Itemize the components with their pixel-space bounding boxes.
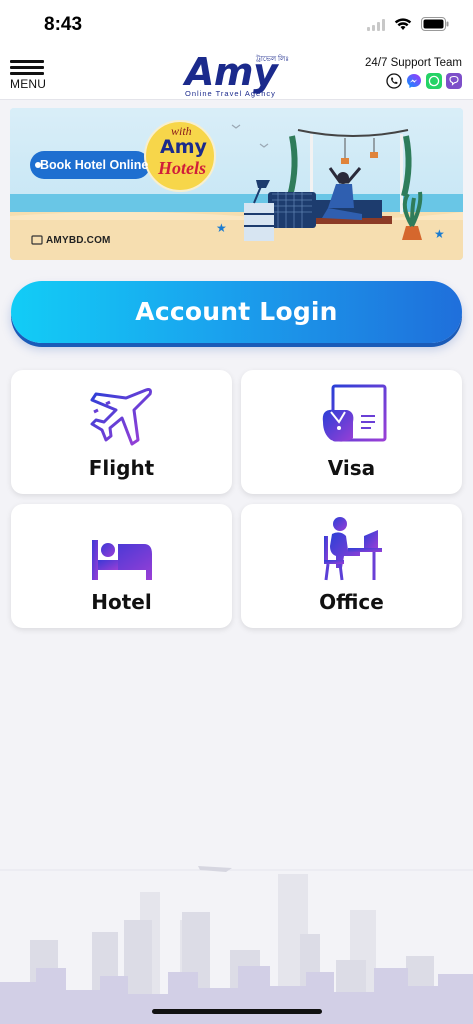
app-header: MENU ট্রাভেল লিঃ Amy Online Travel Agenc… [0, 50, 473, 100]
support-icons [365, 73, 462, 89]
amy-logo[interactable]: ট্রাভেল লিঃ Amy Online Travel Agency [183, 50, 293, 100]
logo-name: Amy [185, 50, 278, 94]
city-skyline-illustration [0, 840, 473, 1024]
status-icons [367, 17, 449, 36]
logo-tagline: Online Travel Agency [185, 89, 276, 98]
hotel-tile[interactable]: Hotel [11, 504, 232, 628]
menu-label: MENU [10, 77, 47, 91]
svg-text:★: ★ [434, 227, 445, 241]
banner-site: AMYBD.COM [46, 235, 111, 246]
whatsapp-icon[interactable] [426, 73, 442, 89]
flight-label: Flight [88, 456, 155, 480]
banner-badge-sub: Hotels [158, 158, 206, 178]
phone-icon[interactable] [386, 73, 402, 89]
airplane-icon [88, 382, 156, 455]
flight-tile[interactable]: Flight [11, 370, 232, 494]
menu-button[interactable]: MENU [10, 60, 50, 94]
bed-icon [90, 526, 154, 587]
status-bar: 8:43 [0, 0, 473, 52]
office-tile[interactable]: Office [241, 504, 462, 628]
wifi-icon [394, 17, 412, 36]
hotel-label: Hotel [91, 590, 152, 614]
hamburger-icon [10, 60, 44, 63]
support-title: 24/7 Support Team [365, 57, 462, 69]
promo-banner[interactable]: ★ ★ Book Hotel Online with Amy Hotels AM… [10, 108, 463, 260]
office-desk-icon [320, 516, 384, 587]
status-time: 8:43 [44, 14, 83, 35]
visa-tile[interactable]: Visa [241, 370, 462, 494]
hamburger-icon-bar [10, 66, 44, 69]
signal-icon [367, 18, 385, 36]
visa-document-icon [317, 382, 387, 455]
svg-text:★: ★ [216, 221, 227, 235]
battery-icon [421, 17, 449, 36]
home-indicator[interactable] [152, 1009, 322, 1014]
viber-icon[interactable] [446, 73, 462, 89]
messenger-icon[interactable] [406, 73, 422, 89]
support-team: 24/7 Support Team [365, 57, 462, 89]
visa-label: Visa [327, 456, 376, 480]
banner-headline: Book Hotel Online [40, 158, 149, 172]
account-login-button[interactable]: Account Login [11, 281, 462, 343]
banner-badge-brand: Amy [160, 136, 207, 158]
hamburger-icon-bar [10, 72, 44, 75]
office-label: Office [319, 590, 384, 614]
